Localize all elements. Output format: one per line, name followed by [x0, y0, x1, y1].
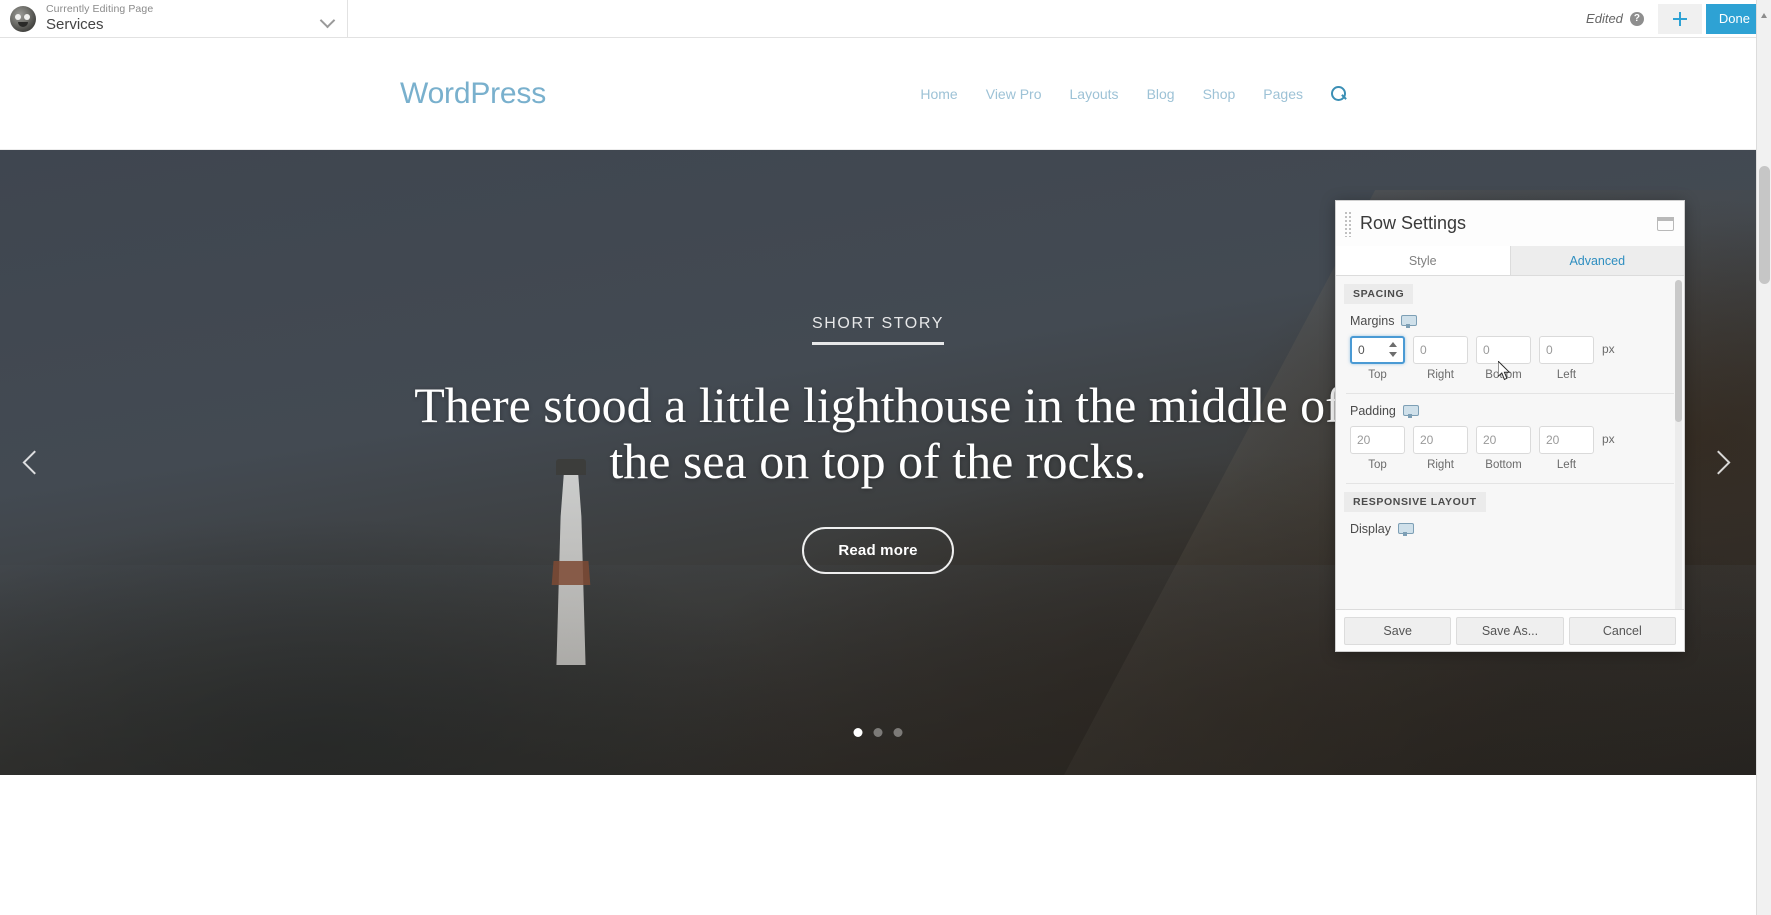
field-group-padding: Padding Top Right Bottom Left	[1336, 394, 1684, 475]
nav-item-blog[interactable]: Blog	[1147, 86, 1175, 102]
editing-page-label: Currently Editing Page	[46, 3, 154, 15]
search-icon	[1331, 86, 1346, 101]
padding-inputs-row: Top Right Bottom Left px	[1350, 426, 1670, 471]
edited-status-text: Edited	[1586, 11, 1623, 26]
margins-label-row: Margins	[1350, 314, 1670, 328]
help-icon[interactable]: ?	[1629, 11, 1644, 26]
padding-right-input[interactable]	[1413, 426, 1468, 454]
editing-page-title: Services	[46, 16, 104, 33]
margin-bottom-sublabel: Bottom	[1485, 369, 1522, 381]
site-logo-icon	[10, 5, 36, 32]
padding-label: Padding	[1350, 404, 1396, 418]
margin-right-input[interactable]	[1413, 336, 1468, 364]
margins-inputs-row: Top Right Bottom Left px	[1350, 336, 1670, 381]
nav-item-pages[interactable]: Pages	[1263, 86, 1303, 102]
margin-left-input[interactable]	[1539, 336, 1594, 364]
padding-left-sublabel: Left	[1556, 459, 1577, 471]
hero-headline: There stood a little lighthouse in the m…	[414, 377, 1342, 489]
padding-bottom-col: Bottom	[1476, 426, 1531, 471]
preview-scrollbar-thumb[interactable]	[1759, 166, 1770, 284]
responsive-device-icon[interactable]	[1402, 404, 1419, 418]
padding-right-sublabel: Right	[1427, 459, 1454, 471]
padding-bottom-sublabel: Bottom	[1485, 459, 1522, 471]
margin-right-sublabel: Right	[1427, 369, 1454, 381]
page-scrollbar-up-arrow[interactable]	[1756, 0, 1771, 38]
plus-icon	[1672, 11, 1688, 27]
margin-bottom-col: Bottom	[1476, 336, 1531, 381]
site-main-navigation: Home View Pro Layouts Blog Shop Pages	[920, 86, 1346, 102]
slider-dot-1[interactable]	[853, 728, 863, 737]
margin-top-sublabel: Top	[1368, 369, 1387, 381]
margin-left-col: Left	[1539, 336, 1594, 381]
padding-left-col: Left	[1539, 426, 1594, 471]
row-settings-body: SPACING Margins Top Right	[1336, 276, 1684, 609]
row-settings-footer: Save Save As... Cancel	[1336, 609, 1684, 651]
spacing-responsive-divider	[1346, 483, 1674, 484]
nav-item-layouts[interactable]: Layouts	[1070, 86, 1119, 102]
nav-item-shop[interactable]: Shop	[1203, 86, 1236, 102]
minimize-window-icon[interactable]	[1657, 216, 1674, 231]
padding-label-row: Padding	[1350, 404, 1670, 418]
display-label: Display	[1350, 522, 1391, 536]
nav-item-home[interactable]: Home	[920, 86, 957, 102]
slider-dot-3[interactable]	[893, 728, 903, 737]
tab-advanced[interactable]: Advanced	[1510, 246, 1684, 275]
slider-pagination	[853, 728, 903, 737]
row-settings-header: Row Settings	[1336, 201, 1684, 246]
responsive-device-icon[interactable]	[1398, 522, 1414, 536]
margin-top-col: Top	[1350, 336, 1405, 381]
responsive-device-icon[interactable]	[1401, 314, 1418, 328]
editing-page-text: Currently Editing Page Services	[46, 3, 315, 34]
padding-left-input[interactable]	[1539, 426, 1594, 454]
search-button[interactable]	[1331, 86, 1346, 101]
currently-editing-page-selector[interactable]: Currently Editing Page Services	[0, 0, 348, 37]
cancel-button[interactable]: Cancel	[1568, 616, 1676, 645]
padding-bottom-input[interactable]	[1476, 426, 1531, 454]
tab-style[interactable]: Style	[1336, 246, 1511, 275]
row-settings-tabs: Style Advanced	[1336, 246, 1684, 276]
read-more-button[interactable]: Read more	[802, 527, 954, 574]
slider-prev-arrow[interactable]	[14, 443, 54, 483]
slider-dot-2[interactable]	[873, 728, 883, 737]
hero-eyebrow: SHORT STORY	[811, 315, 944, 345]
row-settings-scrollbar-thumb[interactable]	[1675, 280, 1682, 422]
field-group-margins: Margins Top Right Bottom	[1336, 304, 1684, 385]
slider-next-arrow[interactable]	[1702, 443, 1742, 483]
margins-label: Margins	[1350, 314, 1395, 328]
admin-bar-spacer	[348, 0, 1586, 37]
add-content-button[interactable]	[1657, 3, 1702, 34]
padding-top-input[interactable]	[1350, 426, 1405, 454]
done-button[interactable]: Done	[1705, 3, 1763, 34]
save-button[interactable]: Save	[1344, 616, 1452, 645]
margins-unit-label: px	[1602, 341, 1615, 356]
padding-unit-label: px	[1602, 431, 1615, 446]
padding-right-col: Right	[1413, 426, 1468, 471]
field-group-display: Display	[1336, 512, 1684, 548]
row-settings-scrollbar[interactable]	[1675, 280, 1682, 609]
row-settings-title: Row Settings	[1360, 213, 1467, 233]
margin-left-sublabel: Left	[1556, 369, 1577, 381]
admin-bar-actions: Edited ? Done	[1586, 0, 1771, 37]
margin-right-col: Right	[1413, 336, 1468, 381]
drag-grip-icon[interactable]	[1344, 210, 1352, 237]
row-settings-panel: Row Settings Style Advanced SPACING Marg…	[1335, 200, 1685, 652]
padding-top-sublabel: Top	[1368, 459, 1387, 471]
below-fold-section	[0, 775, 1756, 915]
save-as-button[interactable]: Save As...	[1456, 616, 1564, 645]
editor-admin-bar: Currently Editing Page Services Edited ?…	[0, 0, 1771, 38]
site-logo-text[interactable]: WordPress	[400, 77, 546, 111]
margin-top-input[interactable]	[1350, 336, 1405, 364]
display-label-row: Display	[1350, 522, 1670, 536]
preview-scrollbar[interactable]	[1756, 38, 1771, 915]
section-heading-responsive-layout: RESPONSIVE LAYOUT	[1344, 492, 1486, 512]
margin-bottom-input[interactable]	[1476, 336, 1531, 364]
section-heading-spacing: SPACING	[1344, 284, 1414, 304]
padding-top-col: Top	[1350, 426, 1405, 471]
nav-item-view-pro[interactable]: View Pro	[986, 86, 1042, 102]
site-header: WordPress Home View Pro Layouts Blog Sho…	[0, 38, 1756, 150]
chevron-down-icon[interactable]	[321, 12, 335, 26]
